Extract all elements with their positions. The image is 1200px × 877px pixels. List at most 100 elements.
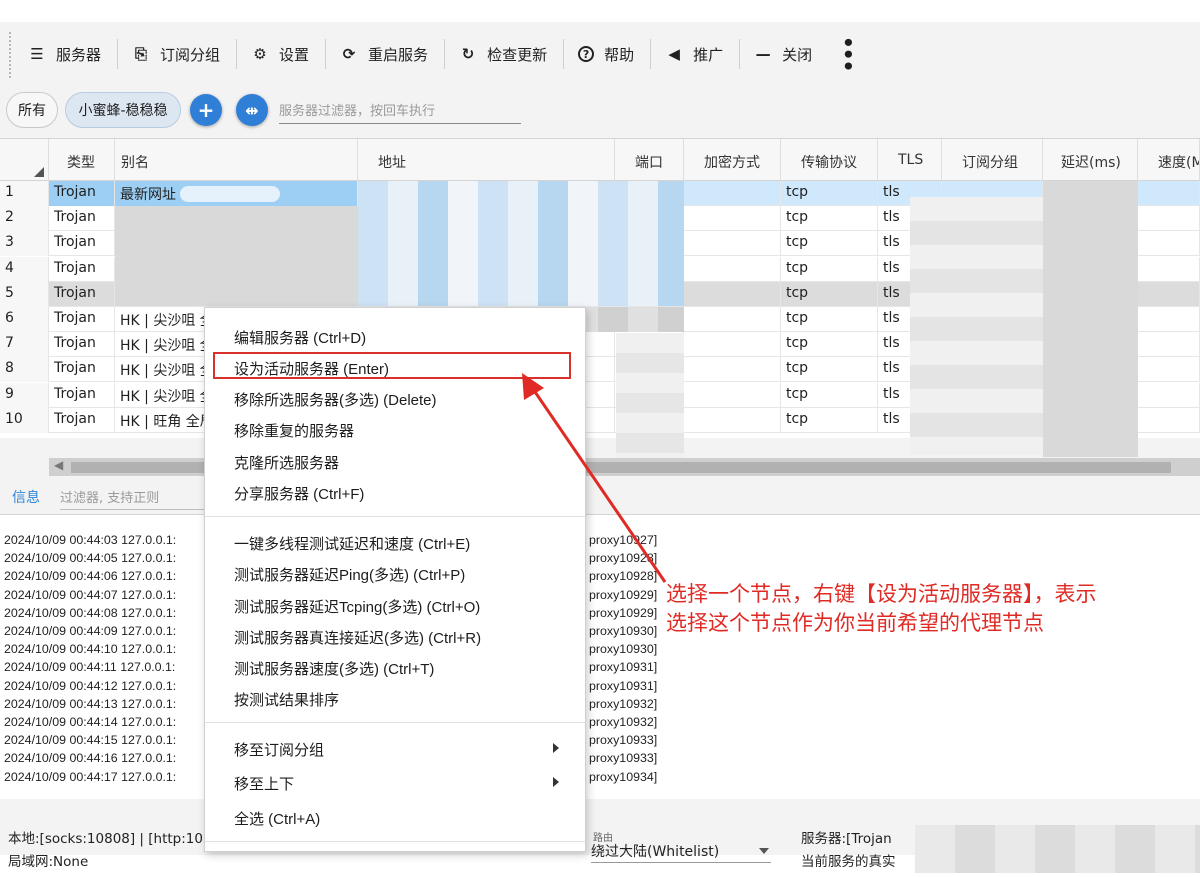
cell-proto: tcp xyxy=(781,231,878,257)
more-options-icon[interactable]: ••• xyxy=(828,36,868,71)
servers-label: 服务器 xyxy=(56,45,102,64)
group-chip-active[interactable]: 小蜜蜂-稳稳稳 xyxy=(65,92,181,128)
menu-select-all[interactable]: 全选 (Ctrl+A) xyxy=(234,808,320,829)
cell-spd xyxy=(1138,407,1200,433)
settings-label: 设置 xyxy=(279,45,310,64)
cell-enc xyxy=(684,407,781,433)
annotation-line-2: 选择这个节点作为你当前希望的代理节点 xyxy=(666,611,1044,635)
cell-type: Trojan xyxy=(49,256,115,282)
header-tls[interactable]: TLS xyxy=(878,139,942,181)
status-bar: 本地:[socks:10808] | [http:108 局域网:None 路由… xyxy=(0,799,1200,873)
header-transport[interactable]: 传输协议 xyxy=(781,139,878,181)
cell-proto: tcp xyxy=(781,407,878,433)
redacted-ports xyxy=(616,333,684,458)
redacted-name-1 xyxy=(180,186,280,202)
cell-type: Trojan xyxy=(49,181,115,206)
log-line: 2024/10/09 00:44:05 127.0.0.1: xyxy=(4,551,177,566)
cell-type: Trojan xyxy=(49,407,115,433)
settings-button[interactable]: ⚙ 设置 xyxy=(245,35,325,73)
check-update-button[interactable]: ↻ 检查更新 xyxy=(453,35,563,73)
toolbar-divider xyxy=(117,39,119,69)
help-button[interactable]: ? 帮助 xyxy=(572,35,650,73)
menu-edit-server[interactable]: 编辑服务器 (Ctrl+D) xyxy=(234,327,366,348)
server-status: 服务器:[Trojan xyxy=(801,831,892,847)
menu-test-tcping[interactable]: 测试服务器延迟Tcping(多选) (Ctrl+O) xyxy=(234,596,480,617)
menu-test-real-delay[interactable]: 测试服务器真连接延迟(多选) (Ctrl+R) xyxy=(234,627,481,648)
route-select[interactable]: 绕过大陆(Whitelist) xyxy=(591,839,771,863)
log-line: 2024/10/09 00:44:07 127.0.0.1: xyxy=(4,587,177,602)
toolbar-grip[interactable] xyxy=(9,32,13,78)
group-chip-all[interactable]: 所有 xyxy=(6,92,58,128)
log-line-tail: proxy10927] xyxy=(589,533,658,547)
menu-test-ping[interactable]: 测试服务器延迟Ping(多选) (Ctrl+P) xyxy=(234,564,465,585)
servers-button[interactable]: ☰ 服务器 xyxy=(22,35,117,73)
log-line: 2024/10/09 00:44:16 127.0.0.1: xyxy=(4,751,177,766)
cell-spd xyxy=(1138,206,1200,232)
header-subscription[interactable]: 订阅分组 xyxy=(942,139,1043,181)
cell-num: 10 xyxy=(0,407,49,433)
menu-move-up-down[interactable]: 移至上下 xyxy=(234,773,294,794)
menu-separator xyxy=(205,841,585,842)
menu-share-server[interactable]: 分享服务器 (Ctrl+F) xyxy=(234,483,364,504)
cell-proto: tcp xyxy=(781,281,878,307)
cell-num: 9 xyxy=(0,382,49,408)
header-speed[interactable]: 速度(M xyxy=(1138,139,1200,181)
cell-type: Trojan xyxy=(49,332,115,358)
cell-proto: tcp xyxy=(781,181,878,206)
log-line: 2024/10/09 00:44:10 127.0.0.1: xyxy=(4,642,177,657)
menu-remove-selected[interactable]: 移除所选服务器(多选) (Delete) xyxy=(234,389,437,410)
menu-move-to-group[interactable]: 移至订阅分组 xyxy=(234,739,324,760)
subscription-group-button[interactable]: ⎘ 订阅分组 xyxy=(126,35,236,73)
cell-enc xyxy=(684,332,781,358)
header-address[interactable]: 地址 xyxy=(358,139,615,181)
chevron-down-icon xyxy=(759,848,769,854)
menu-clone-server[interactable]: 克隆所选服务器 xyxy=(234,452,339,473)
redacted-addresses xyxy=(358,181,684,306)
cell-spd xyxy=(1138,357,1200,383)
cell-num: 1 xyxy=(0,181,49,206)
cell-spd xyxy=(1138,231,1200,257)
menu-remove-duplicates[interactable]: 移除重复的服务器 xyxy=(234,420,354,441)
log-line-tail: proxy10930] xyxy=(589,642,658,657)
move-group-button[interactable]: ⇹ xyxy=(236,94,268,126)
close-label: 关闭 xyxy=(782,45,813,64)
menu-test-all[interactable]: 一键多线程测试延迟和速度 (Ctrl+E) xyxy=(234,533,470,554)
help-icon: ? xyxy=(578,46,595,62)
menu-sort-by-result[interactable]: 按测试结果排序 xyxy=(234,689,339,710)
close-button[interactable]: — 关闭 xyxy=(748,35,828,73)
restart-service-button[interactable]: ⟳ 重启服务 xyxy=(334,35,444,73)
cell-proto: tcp xyxy=(781,382,878,408)
cell-enc xyxy=(684,307,781,332)
scroll-left-icon[interactable]: ◀ xyxy=(54,458,63,472)
cell-enc xyxy=(684,256,781,282)
server-filter-input[interactable]: 服务器过滤器，按回车执行 xyxy=(279,96,521,124)
log-line-tail: proxy10930] xyxy=(589,624,658,638)
log-line-tail: proxy10929] xyxy=(589,605,658,620)
sort-corner-icon xyxy=(34,167,44,177)
header-latency[interactable]: 延迟(ms) xyxy=(1043,139,1138,181)
submenu-arrow-icon xyxy=(553,777,559,787)
log-line-tail: proxy10931] xyxy=(589,660,658,675)
log-line-tail: proxy10933] xyxy=(589,733,658,748)
route-value: 绕过大陆(Whitelist) xyxy=(591,844,720,860)
header-port[interactable]: 端口 xyxy=(615,139,684,181)
header-alias[interactable]: 别名 xyxy=(115,139,358,181)
redacted-status xyxy=(915,825,1200,873)
cell-enc xyxy=(684,382,781,408)
cell-num: 3 xyxy=(0,231,49,257)
context-menu: 编辑服务器 (Ctrl+D) 设为活动服务器 (Enter) 移除所选服务器(多… xyxy=(204,307,586,852)
log-line: 2024/10/09 00:44:14 127.0.0.1: xyxy=(4,715,177,729)
log-line: 2024/10/09 00:44:06 127.0.0.1: xyxy=(4,569,177,584)
annotation-text: 选择一个节点，右键【设为活动服务器】，表示 选择这个节点作为你当前希望的代理节点 xyxy=(666,580,1097,638)
cell-spd xyxy=(1138,181,1200,206)
header-corner[interactable] xyxy=(0,139,49,181)
header-encryption[interactable]: 加密方式 xyxy=(684,139,781,181)
toolbar-divider xyxy=(325,39,327,69)
menu-test-speed[interactable]: 测试服务器速度(多选) (Ctrl+T) xyxy=(234,658,434,679)
log-line-tail: proxy10934] xyxy=(589,769,658,784)
header-type[interactable]: 类型 xyxy=(49,139,115,181)
promote-button[interactable]: ◀ 推广 xyxy=(659,35,739,73)
add-group-button[interactable]: + xyxy=(190,94,222,126)
v2rayn-window: ☰ 服务器 ⎘ 订阅分组 ⚙ 设置 ⟳ 重启服务 ↻ 检查更新 ? 帮助 ◀ 推… xyxy=(0,22,1200,873)
tab-info[interactable]: 信息 xyxy=(12,487,40,507)
